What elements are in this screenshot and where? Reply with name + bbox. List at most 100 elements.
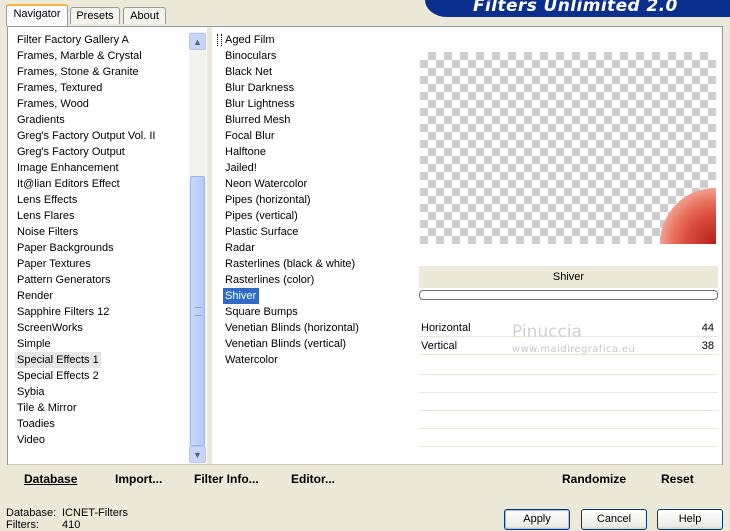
chevron-up-icon: ▲ [193,36,202,47]
filter-item[interactable]: Plastic Surface [223,224,409,240]
category-item[interactable]: Render [15,288,187,304]
param-row-empty [419,412,718,429]
scroll-down-button[interactable]: ▼ [189,446,206,463]
category-item[interactable]: ScreenWorks [15,320,187,336]
editor-button[interactable]: Editor... [291,472,335,486]
status-filters-value: 410 [62,519,81,531]
current-filter-name: Shiver [419,266,718,288]
import-button[interactable]: Import... [115,472,162,486]
filter-item-selected[interactable]: Shiver [223,288,260,304]
preview-image [420,52,716,244]
filter-item[interactable]: Rasterlines (color) [223,272,409,288]
randomize-label: Randomize [562,472,627,486]
param-value[interactable]: 44 [702,320,714,336]
randomize-button[interactable]: Randomize [562,472,626,486]
filter-item[interactable]: Pipes (horizontal) [223,192,409,208]
category-list[interactable]: Filter Factory Gallery A Frames, Marble &… [15,32,187,448]
preview-shape [660,188,716,244]
param-row-empty [419,394,718,411]
watermark-name: Pinuccia [512,322,582,342]
filter-item[interactable]: Venetian Blinds (vertical) [223,336,409,352]
category-item[interactable]: Frames, Textured [15,80,187,96]
help-button[interactable]: Help [657,509,723,530]
category-item[interactable]: Special Effects 2 [15,368,187,384]
app-title: Filters Unlimited 2.0 [473,0,678,16]
watermark-url: www.maidiregrafica.eu [512,344,636,355]
category-item[interactable]: Toadies [15,416,187,432]
filter-list[interactable]: Aged Film Binoculars Black Net Blur Darknes… [223,32,409,368]
status-filters: Filters: 410 [6,519,80,531]
filter-item[interactable]: Blur Darkness [223,80,409,96]
filter-item[interactable]: Radar [223,240,409,256]
tab-about[interactable]: About [123,7,166,24]
cancel-button[interactable]: Cancel [581,509,647,530]
scroll-thumb[interactable] [190,176,205,446]
category-item[interactable]: Lens Flares [15,208,187,224]
reset-label: Reset [661,472,694,486]
filter-item[interactable]: Blurred Mesh [223,112,409,128]
category-scrollbar[interactable]: ▲ ▼ [189,32,206,463]
app-title-banner: Filters Unlimited 2.0 [425,0,730,17]
category-item[interactable]: Tile & Mirror [15,400,187,416]
database-label: Database [24,472,78,486]
apply-button[interactable]: Apply [504,509,570,530]
filter-item[interactable]: Halftone [223,144,409,160]
status-database: Database: ICNET-Filters [6,507,128,519]
category-item[interactable]: Frames, Marble & Crystal [15,48,187,64]
param-value[interactable]: 38 [702,338,714,354]
filter-item[interactable]: Binoculars [223,48,409,64]
filter-item[interactable]: Shiver [223,288,409,304]
category-item[interactable]: Filter Factory Gallery A [15,32,187,48]
panel-divider [207,27,212,464]
category-item[interactable]: Video [15,432,187,448]
param-label: Horizontal [421,322,471,334]
scroll-up-button[interactable]: ▲ [189,33,206,50]
param-row-empty [419,358,718,375]
filter-item[interactable]: Jailed! [223,160,409,176]
category-item[interactable]: Gradients [15,112,187,128]
category-item[interactable]: Noise Filters [15,224,187,240]
filter-item[interactable]: Focal Blur [223,128,409,144]
param-row-empty [419,430,718,447]
category-item[interactable]: Lens Effects [15,192,187,208]
filter-item[interactable]: Square Bumps [223,304,409,320]
filter-item[interactable]: Blur Lightness [223,96,409,112]
tab-presets[interactable]: Presets [70,7,120,24]
import-label: Import... [115,472,163,486]
category-item[interactable]: Frames, Stone & Granite [15,64,187,80]
category-item[interactable]: Frames, Wood [15,96,187,112]
category-item[interactable]: Pattern Generators [15,272,187,288]
category-item[interactable]: Special Effects 1 [15,352,101,368]
filter-item[interactable]: Black Net [223,64,409,80]
database-button[interactable]: Database [24,472,77,486]
filter-info-button[interactable]: Filter Info... [194,472,259,486]
filter-item[interactable]: Pipes (vertical) [223,208,409,224]
grip-icon [195,307,202,316]
filter-item[interactable]: Watercolor [223,352,409,368]
category-item[interactable]: Greg's Factory Output Vol. II [15,128,187,144]
filter-item[interactable]: Venetian Blinds (horizontal) [223,320,409,336]
tab-navigator[interactable]: Navigator [6,4,68,26]
list-focus-marker [217,34,222,46]
filter-info-label: Filter Info... [194,472,259,486]
category-item[interactable]: It@lian Editors Effect [15,176,187,192]
filter-item[interactable]: Rasterlines (black & white) [223,256,409,272]
filter-item[interactable]: Neon Watercolor [223,176,409,192]
category-item[interactable]: Image Enhancement [15,160,187,176]
param-row-empty [419,376,718,393]
category-item[interactable]: Sybia [15,384,187,400]
chevron-down-icon: ▼ [193,449,202,460]
status-filters-label: Filters: [6,519,39,531]
param-label: Vertical [421,340,458,352]
reset-button[interactable]: Reset [661,472,694,486]
category-item[interactable]: Sapphire Filters 12 [15,304,187,320]
status-database-value: ICNET-Filters [62,507,128,519]
status-database-label: Database: [6,507,57,519]
filter-item[interactable]: Aged Film [223,32,409,48]
category-item[interactable]: Paper Textures [15,256,187,272]
category-item[interactable]: Greg's Factory Output [15,144,187,160]
editor-label: Editor... [291,472,336,486]
category-item[interactable]: Simple [15,336,187,352]
category-item[interactable]: Paper Backgrounds [15,240,187,256]
progress-bar [419,290,718,300]
